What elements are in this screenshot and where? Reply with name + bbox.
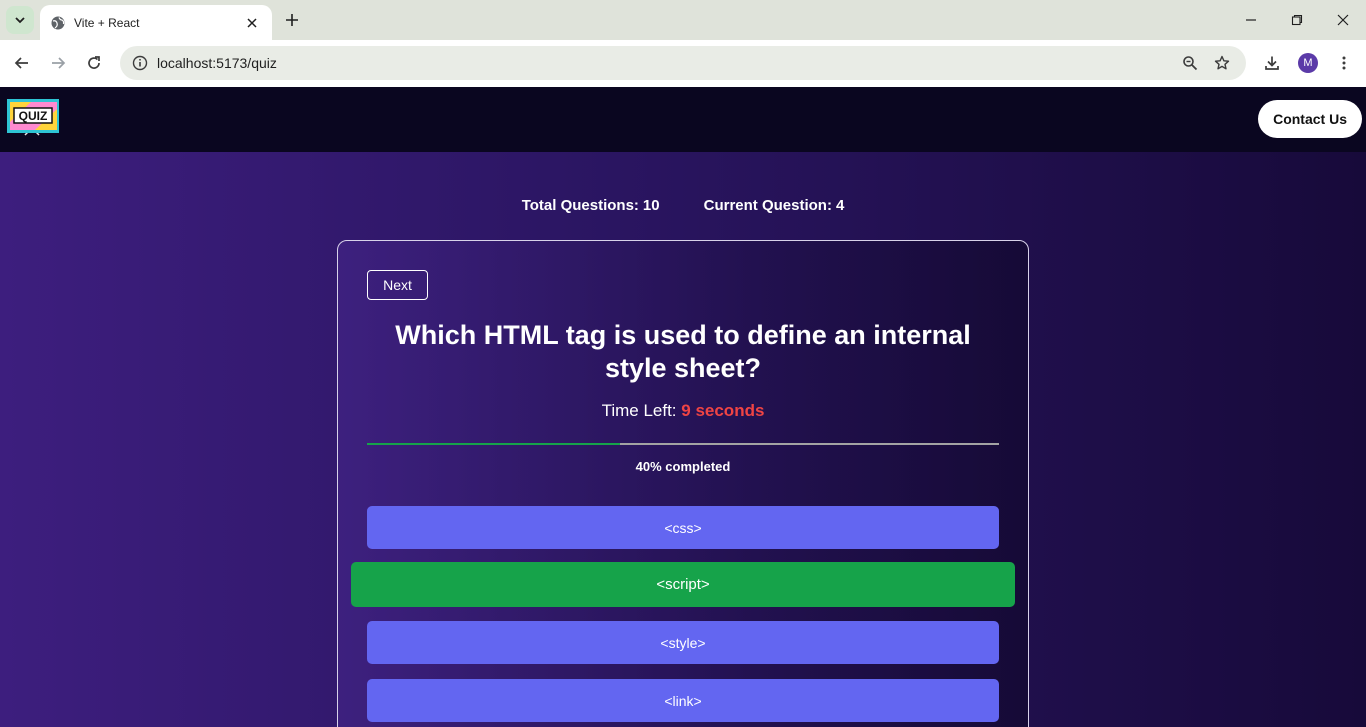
back-arrow-icon[interactable] — [9, 50, 35, 76]
minimize-icon[interactable] — [1228, 6, 1274, 34]
answer-option[interactable]: <link> — [367, 679, 999, 722]
restore-icon[interactable] — [1274, 6, 1320, 34]
total-questions: Total Questions: 10 — [522, 197, 660, 214]
answer-option-selected[interactable]: <script> — [351, 562, 1015, 607]
close-tab-icon[interactable] — [242, 13, 262, 33]
url-path: :5173/quiz — [212, 55, 277, 71]
progress-fill — [367, 443, 620, 445]
tab-title: Vite + React — [74, 15, 140, 30]
browser-tab[interactable]: Vite + React — [40, 5, 272, 40]
profile-initial: M — [1298, 53, 1318, 73]
time-left-value: 9 seconds — [681, 401, 765, 420]
time-left: Time Left: 9 seconds — [338, 401, 1028, 421]
reload-icon[interactable] — [81, 50, 107, 76]
menu-kebab-icon[interactable] — [1331, 50, 1357, 76]
current-question: Current Question: 4 — [704, 197, 845, 214]
logo-text: QUIZ — [19, 109, 48, 123]
globe-icon — [50, 15, 66, 31]
zoom-icon[interactable] — [1178, 51, 1202, 75]
question-card: Next Which HTML tag is used to define an… — [337, 240, 1029, 727]
bookmark-star-icon[interactable] — [1210, 51, 1234, 75]
current-question-label: Current Question: — [703, 197, 832, 214]
url-text[interactable]: localhost:5173/quiz — [157, 55, 277, 71]
total-questions-label: Total Questions: — [521, 197, 639, 214]
time-left-label: Time Left: — [601, 401, 677, 420]
contact-us-button[interactable]: Contact Us — [1258, 100, 1362, 138]
next-button[interactable]: Next — [367, 270, 428, 300]
new-tab-icon[interactable] — [281, 9, 303, 31]
browser-tabstrip: Vite + React — [0, 0, 1366, 40]
quiz-stats: Total Questions: 10 Current Question: 4 — [0, 197, 1366, 214]
download-icon[interactable] — [1259, 50, 1285, 76]
app-navbar: QUIZ Contact Us — [0, 87, 1366, 152]
answer-option[interactable]: <style> — [367, 621, 999, 664]
quiz-logo[interactable]: QUIZ — [5, 97, 60, 139]
profile-avatar[interactable]: M — [1295, 50, 1321, 76]
url-host: localhost — [157, 55, 213, 71]
chevron-down-icon — [15, 17, 25, 24]
progress-bar — [367, 443, 999, 445]
question-text: Which HTML tag is used to define an inte… — [395, 320, 971, 383]
answer-option[interactable]: <css> — [367, 506, 999, 549]
current-question-value: 4 — [835, 197, 845, 214]
address-bar[interactable]: localhost:5173/quiz — [120, 46, 1246, 80]
close-window-icon[interactable] — [1320, 6, 1366, 34]
browser-toolbar: localhost:5173/quiz M — [0, 40, 1366, 87]
quiz-page: QUIZ Contact Us Total Questions: 10 Curre… — [0, 87, 1366, 727]
progress-label: 40% completed — [635, 459, 731, 474]
site-info-icon[interactable] — [128, 51, 152, 75]
total-questions-value: 10 — [642, 197, 660, 214]
forward-arrow-icon[interactable] — [45, 50, 71, 76]
tab-search-button[interactable] — [6, 6, 34, 34]
